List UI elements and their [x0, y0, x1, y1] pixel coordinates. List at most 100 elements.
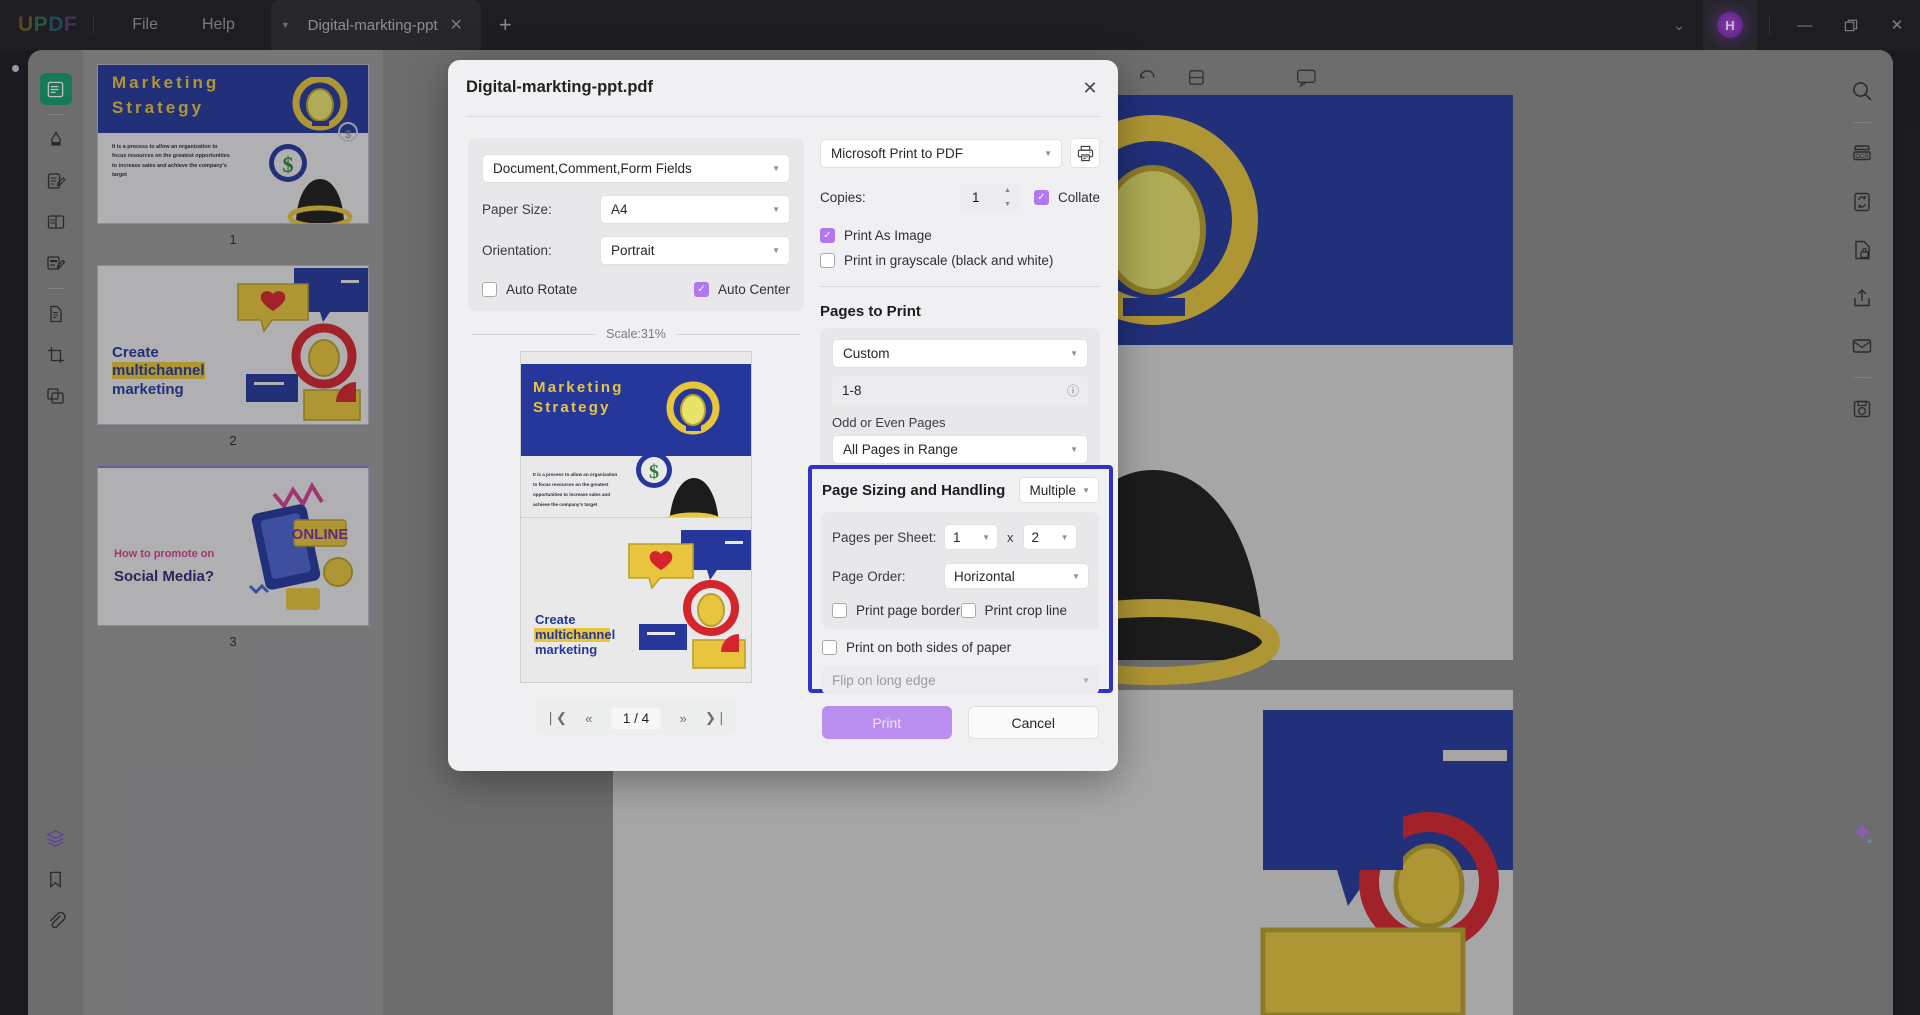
svg-text:multichannel: multichannel [535, 627, 615, 642]
print-as-image-checkbox[interactable]: ✓ Print As Image [820, 228, 1100, 243]
checkbox-box[interactable] [960, 603, 976, 618]
page-sizing-heading: Page Sizing and Handling [822, 481, 1006, 499]
chevron-down-icon[interactable]: ▼ [1082, 486, 1090, 495]
last-page-button[interactable]: ❯❘ [705, 710, 727, 726]
grayscale-checkbox[interactable]: Print in grayscale (black and white) [820, 253, 1100, 268]
pages-to-print-heading: Pages to Print [820, 303, 921, 320]
preview-page-top: Marketing Strategy $ It is a process to … [521, 352, 751, 517]
svg-text:Marketing: Marketing [533, 379, 624, 396]
page-order-label: Page Order: [832, 568, 906, 584]
chevron-down-icon[interactable]: ▼ [1044, 149, 1052, 158]
preview-page-indicator[interactable]: 1 / 4 [610, 707, 662, 729]
stepper-up-icon[interactable]: ▲ [1004, 187, 1011, 194]
print-button[interactable]: Print [822, 706, 952, 739]
content-select[interactable]: Document,Comment,Form Fields ▼ [482, 154, 790, 183]
pages-range-value: 1-8 [842, 383, 862, 398]
orientation-label: Orientation: [482, 243, 552, 258]
copies-value: 1 [971, 190, 980, 205]
pps-rows-value: 2 [1031, 529, 1040, 545]
copies-row: Copies: 1 ▲ ▼ ✓ Collate [820, 184, 1100, 211]
chevron-down-icon[interactable]: ▼ [1070, 445, 1078, 454]
svg-text:achieve the company's target: achieve the company's target [533, 502, 598, 507]
checkbox-box[interactable]: ✓ [693, 282, 709, 297]
stepper-down-icon[interactable]: ▼ [1004, 201, 1011, 208]
svg-text:$: $ [649, 461, 659, 483]
chevron-down-icon[interactable]: ▼ [982, 533, 990, 542]
page-order-select[interactable]: Horizontal ▼ [944, 563, 1089, 589]
checkbox-box[interactable] [482, 282, 497, 297]
odd-even-value: All Pages in Range [843, 442, 958, 457]
sizing-mode-value: Multiple [1029, 482, 1076, 498]
chevron-down-icon[interactable]: ▼ [772, 246, 780, 255]
collate-checkbox[interactable]: ✓ Collate [1033, 190, 1100, 205]
auto-rotate-checkbox[interactable]: Auto Rotate [482, 282, 694, 297]
divider-right [675, 333, 801, 335]
checkbox-box[interactable]: ✓ [1033, 190, 1049, 205]
orientation-value: Portrait [611, 243, 655, 258]
printer-icon [1077, 145, 1093, 161]
both-sides-checkbox[interactable]: Print on both sides of paper [822, 640, 1099, 655]
sizing-mode-select[interactable]: Multiple ▼ [1019, 477, 1099, 503]
checkbox-box[interactable] [822, 640, 837, 655]
printer-select[interactable]: Microsoft Print to PDF ▼ [820, 138, 1062, 168]
svg-text:It is a process to allow an or: It is a process to allow an organization [533, 472, 617, 477]
pps-columns-select[interactable]: 1 ▼ [944, 524, 998, 550]
next-page-button[interactable]: » [679, 711, 686, 726]
content-select-value: Document,Comment,Form Fields [493, 161, 692, 176]
pages-range-input[interactable]: 1-8 ⓘ [832, 376, 1088, 405]
chevron-down-icon[interactable]: ▼ [772, 164, 780, 173]
print-crop-line-checkbox[interactable]: Print crop line [960, 603, 1090, 618]
print-left-column: Document,Comment,Form Fields ▼ Paper Siz… [468, 138, 804, 735]
dialog-title: Digital-markting-ppt.pdf [466, 78, 653, 96]
chevron-down-icon[interactable]: ▼ [1070, 349, 1078, 358]
print-preview: Marketing Strategy $ It is a process to … [520, 351, 752, 683]
svg-text:Create: Create [535, 612, 575, 627]
checkbox-box[interactable] [820, 253, 835, 268]
auto-center-label: Auto Center [717, 282, 790, 297]
orientation-select[interactable]: Portrait ▼ [600, 236, 790, 265]
collate-label: Collate [1057, 190, 1100, 205]
pages-mode-value: Custom [843, 346, 890, 361]
app-window: UPDF File Help ▼ Digital-markting-ppt ✕ … [0, 0, 1920, 1015]
page-sizing-section: Page Sizing and Handling Multiple ▼ Page… [808, 465, 1113, 739]
printer-row: Microsoft Print to PDF ▼ [820, 138, 1100, 168]
first-page-button[interactable]: ❘❮ [545, 710, 567, 726]
checkbox-box[interactable]: ✓ [820, 228, 835, 243]
print-right-column: Microsoft Print to PDF ▼ Copies: 1 ▲ ▼ ✓… [820, 138, 1100, 501]
odd-even-label: Odd or Even Pages [832, 415, 946, 430]
copies-stepper[interactable]: 1 ▲ ▼ [959, 184, 1020, 211]
pages-per-sheet-row: Pages per Sheet: 1 ▼ x 2 ▼ [832, 524, 1089, 550]
help-icon[interactable]: ⓘ [1067, 382, 1079, 399]
close-icon[interactable]: ✕ [1076, 74, 1104, 102]
pps-multiply-label: x [1007, 529, 1014, 545]
paper-size-row: Paper Size: A4 ▼ [482, 195, 790, 224]
svg-text:Strategy: Strategy [533, 399, 611, 416]
paper-size-select[interactable]: A4 ▼ [600, 195, 790, 224]
multiple-options-card: Pages per Sheet: 1 ▼ x 2 ▼ Page Order: H… [822, 512, 1099, 629]
odd-even-select[interactable]: All Pages in Range ▼ [832, 435, 1088, 464]
auto-center-checkbox[interactable]: ✓ Auto Center [693, 282, 790, 297]
print-crop-line-label: Print crop line [984, 603, 1068, 618]
page-order-value: Horizontal [954, 568, 1015, 584]
print-dialog: Digital-markting-ppt.pdf ✕ Document,Comm… [448, 60, 1118, 771]
chevron-down-icon[interactable]: ▼ [1061, 533, 1069, 542]
prev-page-button[interactable]: « [585, 711, 592, 726]
print-page-border-checkbox[interactable]: Print page border [832, 603, 961, 618]
page-order-row: Page Order: Horizontal ▼ [832, 563, 1089, 589]
cancel-button[interactable]: Cancel [967, 706, 1099, 739]
chevron-down-icon[interactable]: ▼ [772, 205, 780, 214]
orientation-row: Orientation: Portrait ▼ [482, 236, 790, 265]
both-sides-label: Print on both sides of paper [846, 640, 1012, 655]
printer-value: Microsoft Print to PDF [831, 145, 964, 161]
pps-rows-select[interactable]: 2 ▼ [1022, 524, 1077, 550]
checkbox-box[interactable] [832, 603, 847, 618]
chevron-down-icon[interactable]: ▼ [1082, 676, 1090, 685]
printer-properties-button[interactable] [1070, 138, 1100, 168]
divider-left [472, 333, 597, 335]
dialog-actions: Print Cancel [822, 706, 1099, 739]
paper-size-label: Paper Size: [482, 202, 552, 217]
flip-edge-select[interactable]: Flip on long edge ▼ [822, 666, 1099, 694]
pages-mode-select[interactable]: Custom ▼ [832, 339, 1088, 368]
chevron-down-icon[interactable]: ▼ [1072, 572, 1080, 581]
scale-indicator: Scale:31% [472, 327, 801, 341]
